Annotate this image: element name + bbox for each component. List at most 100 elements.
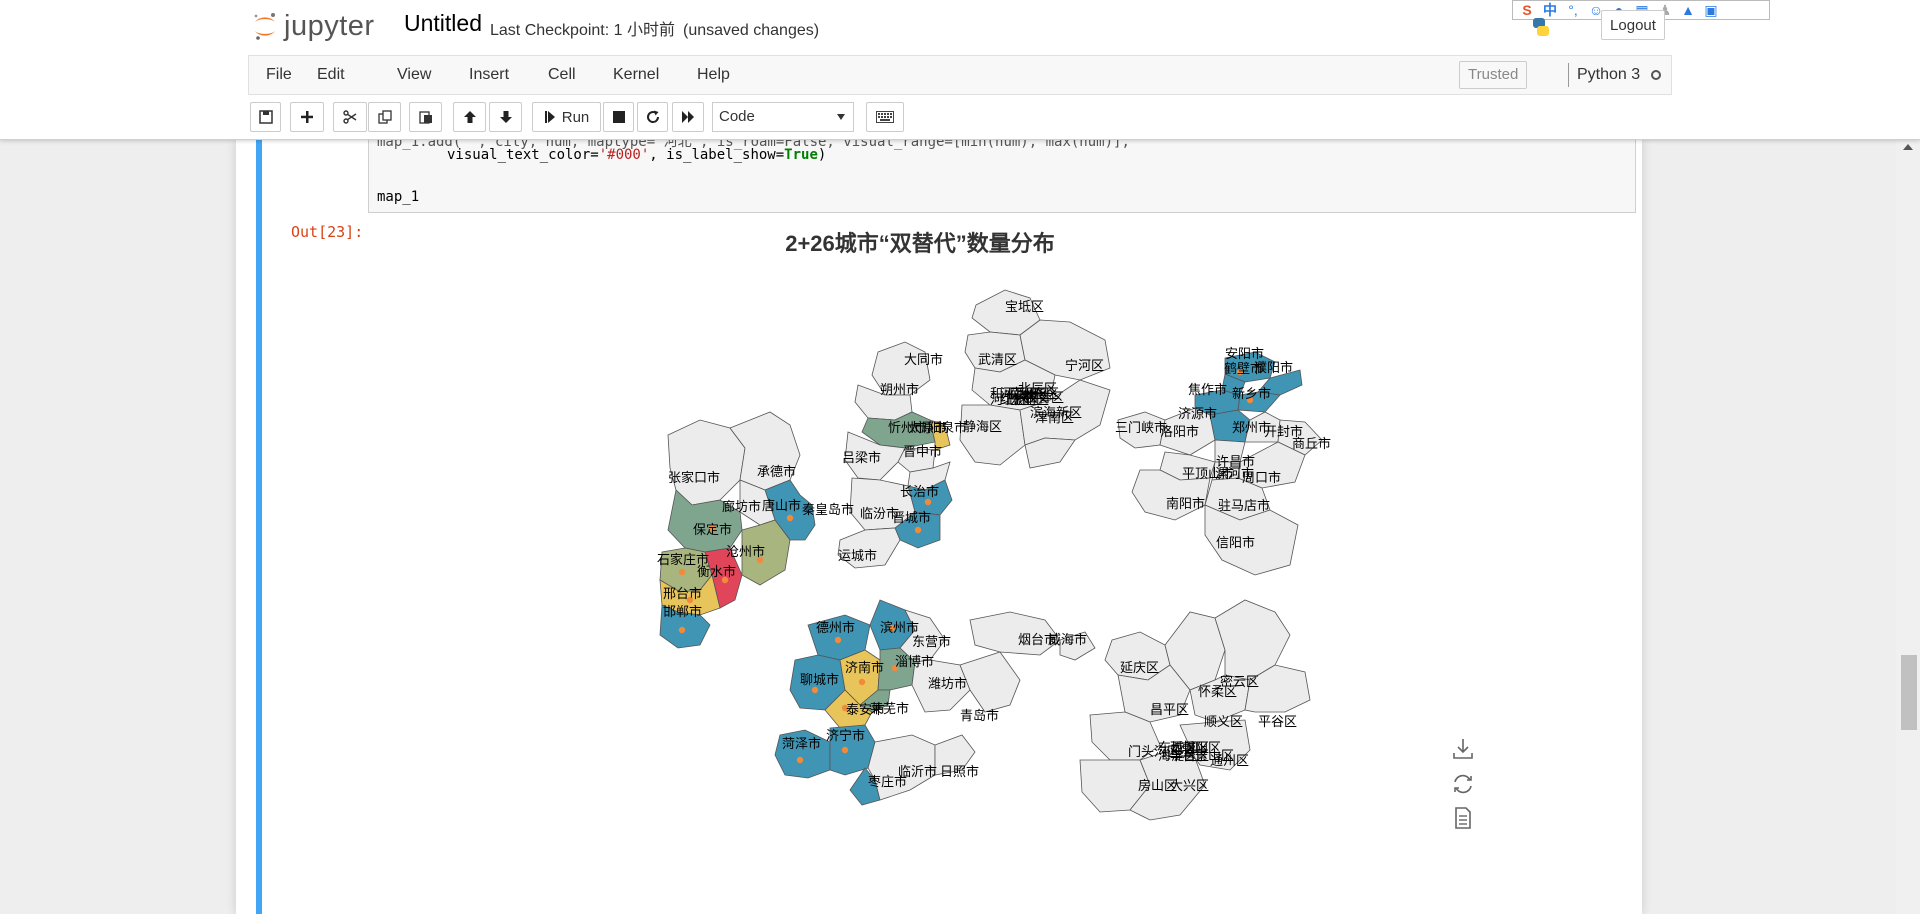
jupyter-logo[interactable]: jupyter [252, 6, 375, 46]
region-label-shandong-7: 潍坊市 [928, 676, 967, 692]
menu-file[interactable]: File [266, 66, 292, 84]
region-label-hebei-9: 邢台市 [663, 586, 702, 602]
page-scrollbar[interactable] [1896, 139, 1920, 914]
data-view-icon[interactable] [1450, 805, 1476, 831]
stop-icon [612, 111, 625, 123]
checkpoint-label: Last Checkpoint: 1 小时前 [490, 22, 675, 39]
region-label-henan-5: 济源市 [1178, 406, 1217, 422]
run-button[interactable]: Run [532, 102, 601, 132]
menu-kernel[interactable]: Kernel [613, 66, 659, 84]
region-label-shandong-8: 聊城市 [800, 672, 839, 688]
refresh-icon [646, 110, 659, 123]
region-label-shanxi-6: 晋中市 [903, 444, 942, 460]
region-label-henan-16: 驻马店市 [1218, 498, 1270, 514]
region-label-hebei-4: 秦皇岛市 [802, 502, 854, 518]
trusted-indicator[interactable]: Trusted [1459, 61, 1528, 89]
region-label-beijing-3: 昌平区 [1150, 703, 1189, 718]
region-label-hebei-1: 承德市 [757, 464, 796, 480]
region-label-hebei-2: 廊坊市 [722, 499, 761, 515]
dot-jinan [858, 678, 866, 686]
punctuation-icon[interactable]: °, [1563, 2, 1583, 18]
dot-jincheng [914, 526, 922, 534]
copy-button[interactable] [368, 102, 401, 132]
refresh-icon[interactable] [1450, 771, 1476, 797]
restart-button[interactable] [637, 102, 668, 132]
region-label-tianjin-1: 武清区 [978, 353, 1017, 368]
region-label-beijing-8: 大兴区 [1170, 779, 1209, 794]
region-label-shandong-6: 淄博市 [895, 654, 934, 670]
notebook-title[interactable]: Untitled [404, 10, 482, 37]
selected-cell-indicator [256, 139, 262, 914]
logout-button[interactable]: Logout [1601, 10, 1665, 40]
menu-edit[interactable]: Edit [317, 66, 345, 84]
region-label-hebei-0: 张家口市 [668, 470, 720, 486]
region-label-shanxi-7: 长治市 [900, 484, 939, 500]
cell-type-select[interactable]: Code [712, 102, 854, 132]
tianjin-central-district-label: 东丽区 [1010, 393, 1049, 408]
region-label-henan-4: 新乡市 [1232, 386, 1271, 402]
cut-button[interactable] [333, 102, 367, 132]
region-label-hebei-3: 唐山市 [762, 498, 801, 514]
fast-forward-icon [682, 111, 694, 123]
output-prompt: Out[23]: [291, 223, 364, 241]
tianjin-jinghai[interactable] [959, 404, 1026, 466]
scrollbar-thumb[interactable] [1901, 655, 1917, 730]
region-label-shandong-11: 青岛市 [960, 708, 999, 724]
region-label-shanxi-9: 晋城市 [892, 510, 931, 526]
plus-icon [301, 111, 313, 123]
kernel-status-icon [1651, 70, 1661, 80]
region-label-beijing-0: 延庆区 [1120, 661, 1159, 676]
region-label-hebei-5: 保定市 [693, 522, 732, 538]
grid-icon[interactable]: ▣ [1701, 2, 1721, 18]
code-line-2-c: ) [817, 147, 827, 163]
copy-icon [377, 110, 392, 124]
arrow-down-icon [499, 111, 512, 123]
code-cell-input[interactable]: map_1.add("", city, num, maptype='河北', i… [368, 134, 1636, 213]
menu-view[interactable]: View [397, 66, 431, 84]
download-icon[interactable] [1450, 736, 1476, 762]
region-label-henan-14: 周口市 [1242, 470, 1281, 486]
menu-cell[interactable]: Cell [548, 66, 576, 84]
save-button[interactable] [250, 102, 281, 132]
dot-tangshan [786, 514, 794, 522]
shirt-icon[interactable]: ▲ [1678, 2, 1698, 18]
region-label-hebei-10: 邯郸市 [663, 604, 702, 620]
step-forward-icon [544, 111, 555, 123]
shandong-qingdao[interactable] [959, 651, 1021, 713]
move-up-button[interactable] [453, 102, 486, 132]
restart-run-all-button[interactable] [672, 102, 704, 132]
autosave-status: (unsaved changes) [682, 22, 820, 39]
jupyter-logo-icon [254, 13, 275, 40]
region-label-beijing-5: 平谷区 [1258, 715, 1297, 730]
arrow-up-icon [463, 111, 476, 123]
region-label-shandong-14: 日照市 [940, 764, 979, 780]
region-label-hebei-8: 衡水市 [697, 564, 736, 580]
paste-button[interactable] [409, 102, 442, 132]
region-label-shandong-4: 威海市 [1048, 632, 1087, 648]
insert-cell-button[interactable] [290, 102, 324, 132]
jupyter-logo-text: jupyter [284, 9, 375, 42]
kernel-name: Python 3 [1577, 66, 1641, 83]
notebook-header: jupyter Untitled Last Checkpoint: 1 小时前 (… [0, 0, 1920, 140]
python-logo-icon [1530, 16, 1552, 38]
interrupt-button[interactable] [603, 102, 634, 132]
menu-help[interactable]: Help [697, 66, 730, 84]
region-label-tianjin-0: 宝坻区 [1005, 299, 1044, 315]
region-label-tianjin-7: 津南区 [1035, 410, 1074, 426]
chart-title: 2+26城市“双替代”数量分布 [785, 231, 1055, 256]
menu-insert[interactable]: Insert [469, 66, 509, 84]
region-label-hebei-6: 沧州市 [726, 544, 765, 560]
code-line-3: map_1 [377, 189, 420, 205]
china-region-map[interactable]: 张家口市 承德市廊坊市 唐山市 秦皇岛市保定市沧州市石家庄市衡水市邢台市邯郸市大同市朔… [640, 270, 1340, 840]
tianjin-jinnan[interactable] [1024, 437, 1076, 469]
move-down-button[interactable] [489, 102, 522, 132]
dot-shijiazhuang [678, 568, 686, 576]
region-label-shanxi-5: 吕梁市 [842, 450, 881, 466]
region-label-shanxi-1: 朔州市 [880, 382, 919, 398]
region-label-henan-0: 安阳市 [1225, 346, 1264, 362]
region-label-shanxi-4: 太原市 [908, 420, 947, 436]
command-palette-button[interactable] [866, 102, 904, 132]
scroll-up-arrow[interactable] [1903, 144, 1913, 150]
region-label-shandong-12: 菏泽市 [782, 736, 821, 752]
code-string: '#000' [598, 147, 650, 163]
